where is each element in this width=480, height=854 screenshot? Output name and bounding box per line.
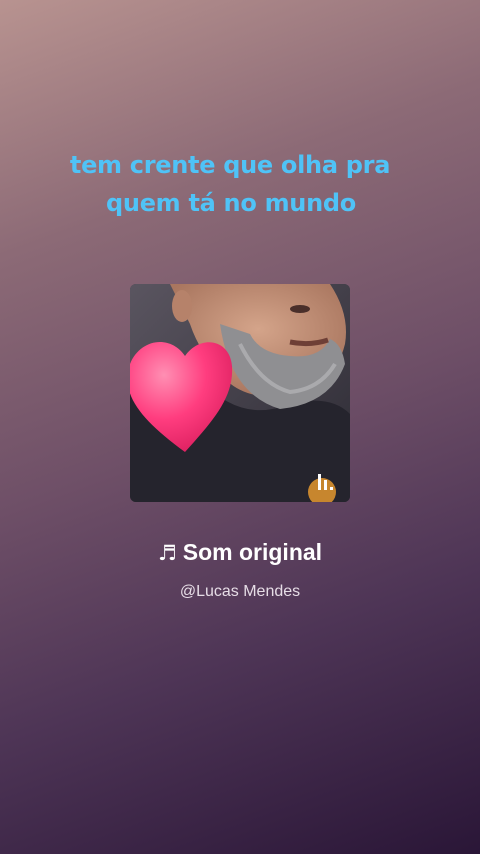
sound-title-label: Som original [182,539,323,565]
caption-line-1: tem crente que olha pra [69,151,391,179]
sound-author[interactable]: @Lucas Mendes [0,583,480,601]
music-note-icon: ♬ [157,541,177,565]
caption-line-2: quem tá no mundo [106,189,356,217]
video-caption: tem crente que olha pra quem tá no mundo [0,146,480,222]
screen: { "caption": { "line1": "tem crente que … [0,0,480,854]
sound-cover-image[interactable] [130,284,350,502]
sound-title[interactable]: ♬ Som original [0,539,480,566]
